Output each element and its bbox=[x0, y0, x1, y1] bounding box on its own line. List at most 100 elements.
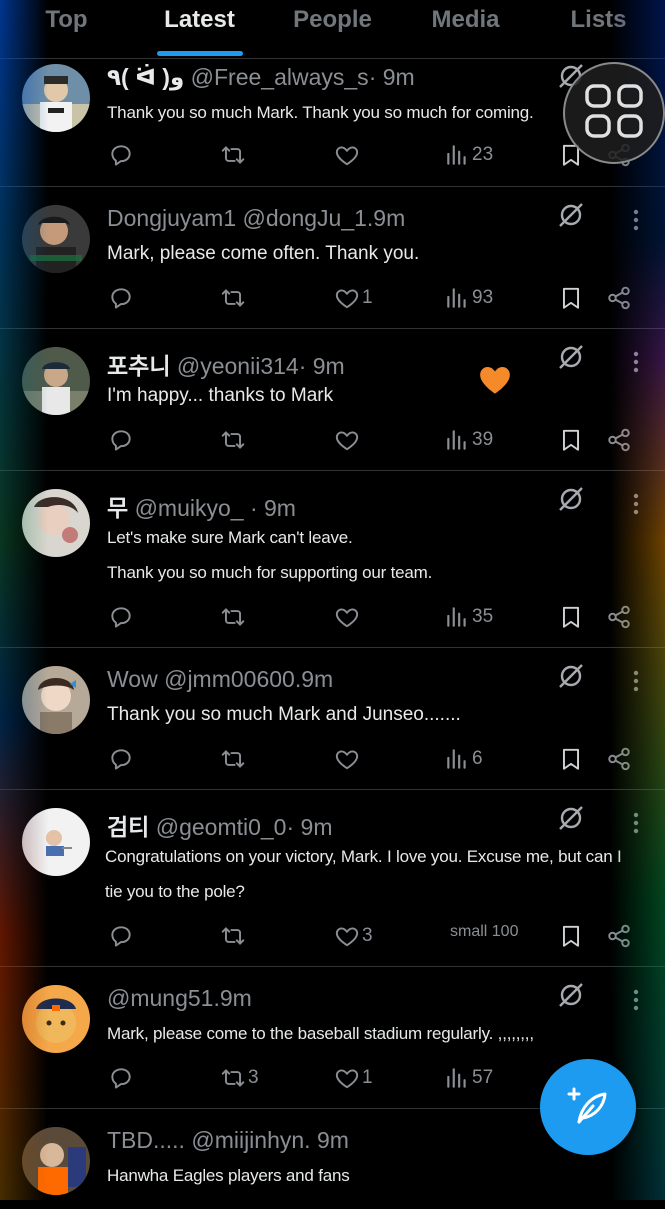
views-button[interactable]: small 100 bbox=[448, 923, 518, 941]
tab-top[interactable]: Top bbox=[0, 0, 133, 58]
like-button[interactable] bbox=[334, 427, 362, 453]
app-switcher-button[interactable] bbox=[563, 62, 665, 164]
display-name[interactable]: ٩( ᐛ )و bbox=[107, 64, 184, 90]
tweet[interactable]: 무 @muikyo_ · 9m Let's make sure Mark can… bbox=[0, 471, 665, 648]
avatar[interactable] bbox=[22, 1127, 90, 1195]
heart-emoji bbox=[480, 367, 510, 394]
handle[interactable]: @Free_always_s bbox=[191, 64, 369, 90]
tab-label: Latest bbox=[164, 6, 235, 33]
more-icon[interactable] bbox=[633, 670, 639, 692]
display-name[interactable]: 검티 bbox=[107, 814, 149, 840]
avatar[interactable] bbox=[22, 347, 90, 415]
tweet-header: @mung51.9m bbox=[107, 985, 575, 1019]
bookmark-button[interactable] bbox=[558, 427, 584, 453]
tweet-text-line: I'm happy... thanks to Mark bbox=[107, 385, 334, 406]
tweet-text-line: tie you to the pole? bbox=[105, 882, 245, 901]
grok-icon[interactable] bbox=[557, 662, 585, 690]
more-icon[interactable] bbox=[633, 493, 639, 515]
tweet[interactable]: Wow @jmm00600.9m Thank you so much Mark … bbox=[0, 648, 665, 790]
handle[interactable]: @jmm00600 bbox=[164, 666, 295, 692]
reply-button[interactable] bbox=[108, 923, 136, 949]
more-icon[interactable] bbox=[633, 989, 639, 1011]
retweet-button[interactable] bbox=[220, 604, 248, 630]
tweet-text: Let's make sure Mark can't leave. Thank … bbox=[107, 521, 625, 591]
display-name[interactable]: TBD..... bbox=[107, 1127, 185, 1153]
timestamp: .9m bbox=[213, 985, 252, 1011]
retweet-icon bbox=[220, 1065, 246, 1091]
like-button[interactable] bbox=[334, 746, 362, 772]
tweet-actions: 23 bbox=[108, 142, 637, 172]
like-button[interactable] bbox=[334, 604, 362, 630]
reply-button[interactable] bbox=[108, 746, 136, 772]
reply-button[interactable] bbox=[108, 427, 136, 453]
tab-label: Lists bbox=[570, 6, 627, 33]
share-button[interactable] bbox=[606, 923, 632, 949]
more-icon[interactable] bbox=[633, 209, 639, 231]
display-name[interactable]: Wow bbox=[107, 666, 158, 692]
bookmark-button[interactable] bbox=[558, 923, 584, 949]
handle[interactable]: @geomti0_0 bbox=[156, 814, 287, 840]
bookmark-button[interactable] bbox=[558, 604, 584, 630]
views-button[interactable]: 35 bbox=[444, 604, 493, 630]
grok-icon[interactable] bbox=[557, 485, 585, 513]
views-button[interactable]: 57 bbox=[444, 1065, 493, 1091]
bookmark-icon bbox=[558, 427, 584, 453]
views-button[interactable]: 93 bbox=[444, 285, 493, 311]
handle[interactable]: @mung51 bbox=[107, 985, 213, 1011]
tweet[interactable]: 검티 @geomti0_0· 9m Congratulations on you… bbox=[0, 790, 665, 967]
views-button[interactable]: 39 bbox=[444, 427, 493, 453]
avatar[interactable] bbox=[22, 64, 90, 132]
avatar[interactable] bbox=[22, 205, 90, 273]
views-icon bbox=[444, 142, 470, 168]
reply-button[interactable] bbox=[108, 142, 136, 168]
retweet-button[interactable] bbox=[220, 285, 248, 311]
grok-icon[interactable] bbox=[557, 804, 585, 832]
retweet-button[interactable] bbox=[220, 427, 248, 453]
display-name[interactable]: 무 bbox=[107, 495, 128, 521]
like-button[interactable]: 1 bbox=[334, 285, 373, 311]
retweet-button[interactable] bbox=[220, 923, 248, 949]
more-icon[interactable] bbox=[633, 351, 639, 373]
reply-button[interactable] bbox=[108, 285, 136, 311]
share-button[interactable] bbox=[606, 604, 632, 630]
views-button[interactable]: 23 bbox=[444, 142, 493, 168]
tweet[interactable]: 포추니 @yeonii314· 9m I'm happy... thanks t… bbox=[0, 329, 665, 471]
avatar[interactable] bbox=[22, 808, 90, 876]
grok-icon[interactable] bbox=[557, 201, 585, 229]
like-button[interactable]: 3 bbox=[334, 923, 373, 949]
share-button[interactable] bbox=[606, 285, 632, 311]
grok-icon[interactable] bbox=[557, 981, 585, 1009]
handle[interactable]: @miijinhyn bbox=[191, 1127, 304, 1153]
avatar[interactable] bbox=[22, 985, 90, 1053]
bookmark-button[interactable] bbox=[558, 746, 584, 772]
share-button[interactable] bbox=[606, 746, 632, 772]
display-name[interactable]: 포추니 bbox=[107, 353, 170, 379]
reply-button[interactable] bbox=[108, 604, 136, 630]
retweet-button[interactable] bbox=[220, 142, 248, 168]
share-button[interactable] bbox=[606, 427, 632, 453]
like-button[interactable] bbox=[334, 142, 362, 168]
reply-button[interactable] bbox=[108, 1065, 136, 1091]
handle[interactable]: @dongJu_1 bbox=[243, 205, 367, 231]
tab-latest[interactable]: Latest bbox=[133, 0, 266, 58]
bookmark-button[interactable] bbox=[558, 285, 584, 311]
views-button[interactable]: 6 bbox=[444, 746, 483, 772]
compose-button[interactable] bbox=[540, 1059, 636, 1155]
tab-media[interactable]: Media bbox=[399, 0, 532, 58]
avatar[interactable] bbox=[22, 666, 90, 734]
tweet-header: 검티 @geomti0_0· 9m bbox=[107, 808, 575, 842]
retweet-button[interactable]: 3 bbox=[220, 1065, 259, 1091]
like-button[interactable]: 1 bbox=[334, 1065, 373, 1091]
display-name[interactable]: Dongjuyam1 bbox=[107, 205, 236, 231]
handle[interactable]: @yeonii314 bbox=[177, 353, 299, 379]
tweet-text: Hanwha Eagles players and fans bbox=[107, 1159, 625, 1194]
tab-people[interactable]: People bbox=[266, 0, 399, 58]
tab-lists[interactable]: Lists bbox=[532, 0, 665, 58]
avatar[interactable] bbox=[22, 489, 90, 557]
tweet[interactable]: Dongjuyam1 @dongJu_1.9m Mark, please com… bbox=[0, 187, 665, 394]
retweet-button[interactable] bbox=[220, 746, 248, 772]
like-icon bbox=[334, 285, 360, 311]
handle[interactable]: @muikyo_ bbox=[135, 495, 244, 521]
more-icon[interactable] bbox=[633, 812, 639, 834]
grok-icon[interactable] bbox=[557, 343, 585, 371]
